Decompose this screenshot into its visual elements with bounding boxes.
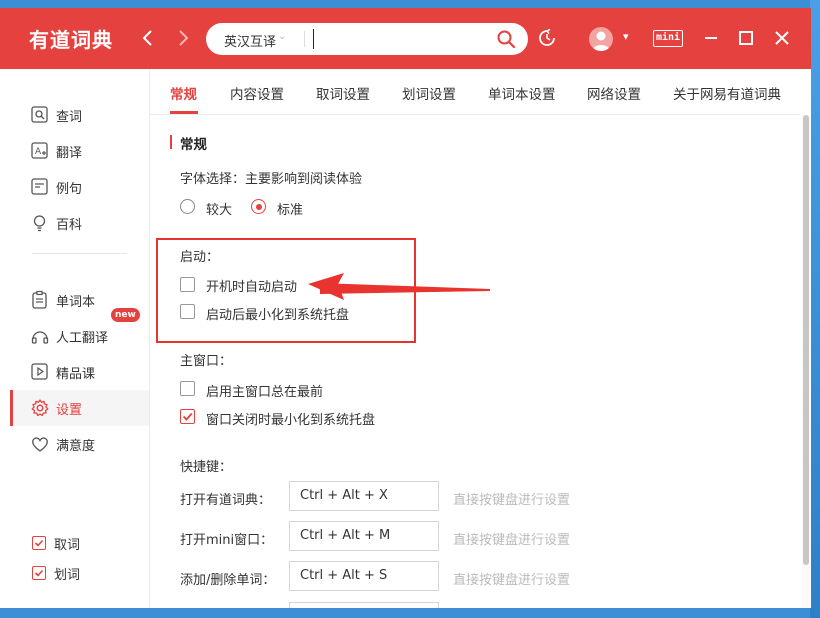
always-on-top-checkbox[interactable] bbox=[180, 381, 195, 396]
sidebar-item-label: 人工翻译 bbox=[56, 330, 109, 346]
search-icon[interactable] bbox=[496, 29, 516, 49]
hotkey-input-next[interactable] bbox=[289, 602, 439, 608]
hotkey-hint: 直接按键盘进行设置 bbox=[453, 533, 571, 548]
sidebar-item-courses[interactable]: 精品课 bbox=[10, 354, 149, 390]
checkbox-label: 划词 bbox=[54, 567, 81, 583]
heart-icon bbox=[32, 437, 48, 452]
checkbox[interactable] bbox=[32, 566, 46, 580]
main-window-label: 主窗口： bbox=[180, 354, 233, 369]
hotkey-label: 添加/删除单词： bbox=[180, 573, 276, 588]
annotation-arrow-icon bbox=[308, 273, 490, 300]
back-button[interactable] bbox=[136, 26, 160, 50]
sidebar-item-translate[interactable]: A 翻译 bbox=[10, 133, 149, 169]
font-select-label: 字体选择：主要影响到阅读体验 bbox=[180, 172, 363, 187]
select-word-toggle[interactable]: 划词 bbox=[32, 563, 152, 583]
desktop-background bbox=[810, 0, 820, 618]
mini-mode-button[interactable]: mini bbox=[653, 30, 683, 47]
gear-icon bbox=[31, 399, 49, 417]
chevron-down-icon[interactable]: ⌄ bbox=[278, 31, 286, 42]
sidebar-item-label: 精品课 bbox=[56, 366, 96, 382]
app-logo: 有道词典 bbox=[29, 28, 113, 52]
settings-content: 常规 字体选择：主要影响到阅读体验 较大 标准 启动： 开机时自动启动 启动后最… bbox=[150, 115, 800, 608]
scrollbar-thumb[interactable] bbox=[803, 115, 809, 565]
hotkey-label: 打开mini窗口： bbox=[180, 533, 274, 548]
search-input[interactable] bbox=[313, 29, 493, 49]
capture-word-toggle[interactable]: 取词 bbox=[32, 533, 152, 553]
title-bar: 有道词典 英汉互译 ⌄ ▾ mini bbox=[0, 8, 811, 69]
sidebar-item-label: 查词 bbox=[56, 109, 83, 125]
sidebar-item-label: 翻译 bbox=[56, 145, 83, 161]
maximize-icon[interactable] bbox=[734, 26, 758, 50]
checkmark-icon bbox=[34, 569, 44, 577]
tab-about[interactable]: 关于网易有道词典 bbox=[673, 83, 781, 103]
settings-tabs: 常规 内容设置 取词设置 划词设置 单词本设置 网络设置 关于网易有道词典 bbox=[150, 69, 800, 115]
checkbox-label: 启用主窗口总在最前 bbox=[206, 385, 324, 400]
font-standard-radio[interactable] bbox=[251, 199, 266, 214]
forward-button[interactable] bbox=[171, 26, 195, 50]
history-icon[interactable] bbox=[537, 28, 557, 48]
sidebar-item-encyclopedia[interactable]: 百科 bbox=[10, 205, 149, 241]
radio-label: 标准 bbox=[277, 203, 304, 218]
sidebar-item-lookup[interactable]: 查词 bbox=[10, 97, 149, 133]
headset-icon bbox=[31, 331, 49, 344]
search-doc-icon bbox=[31, 106, 48, 123]
hotkey-hint: 直接按键盘进行设置 bbox=[453, 493, 571, 508]
chevron-right-icon bbox=[179, 30, 189, 46]
hotkey-input-mini[interactable]: Ctrl + Alt + M bbox=[289, 521, 439, 551]
sidebar-item-label: 单词本 bbox=[56, 294, 96, 310]
checkbox-label: 取词 bbox=[54, 537, 81, 553]
checkbox-label: 窗口关闭时最小化到系统托盘 bbox=[206, 413, 376, 428]
sidebar-divider bbox=[32, 253, 127, 254]
hotkeys-label: 快捷键： bbox=[180, 460, 233, 475]
language-select[interactable]: 英汉互译 bbox=[224, 31, 276, 50]
tab-network[interactable]: 网络设置 bbox=[587, 83, 641, 103]
tab-content[interactable]: 内容设置 bbox=[230, 83, 284, 103]
checkbox[interactable] bbox=[32, 536, 46, 550]
svg-text:A: A bbox=[35, 147, 42, 157]
sidebar-item-satisfaction[interactable]: 满意度 bbox=[10, 426, 149, 462]
sidebar: 查词 A 翻译 例句 百科 单词本 人工翻译 new 精品课 设置 满意度 取词… bbox=[0, 69, 150, 608]
search-box: 英汉互译 ⌄ bbox=[206, 23, 528, 55]
tab-capture[interactable]: 取词设置 bbox=[316, 83, 370, 103]
checkmark-icon bbox=[182, 412, 193, 421]
active-tab-indicator bbox=[170, 111, 198, 114]
hotkey-label: 打开有道词典： bbox=[180, 493, 272, 508]
checkmark-icon bbox=[34, 539, 44, 547]
course-icon bbox=[31, 363, 48, 380]
hotkey-hint: 直接按键盘进行设置 bbox=[453, 573, 571, 588]
avatar[interactable] bbox=[589, 27, 613, 51]
tab-general[interactable]: 常规 bbox=[170, 83, 197, 103]
sidebar-item-label: 百科 bbox=[56, 217, 83, 233]
sidebar-item-examples[interactable]: 例句 bbox=[10, 169, 149, 205]
sidebar-item-label: 例句 bbox=[56, 181, 83, 197]
scrollbar[interactable] bbox=[802, 115, 810, 608]
search-divider bbox=[304, 31, 305, 47]
close-icon[interactable] bbox=[770, 26, 794, 50]
hotkey-input-add-word[interactable]: Ctrl + Alt + S bbox=[289, 561, 439, 591]
sidebar-item-human-translate[interactable]: 人工翻译 new bbox=[10, 308, 149, 354]
example-icon bbox=[31, 178, 48, 195]
sidebar-item-label: 设置 bbox=[56, 402, 83, 418]
sidebar-item-settings[interactable]: 设置 bbox=[10, 390, 149, 426]
chevron-down-icon[interactable]: ▾ bbox=[623, 30, 629, 43]
section-title: 常规 bbox=[170, 133, 207, 153]
sidebar-item-label: 满意度 bbox=[56, 438, 96, 454]
minimize-icon[interactable] bbox=[699, 26, 723, 50]
translate-icon: A bbox=[31, 142, 48, 159]
hotkey-input-open[interactable]: Ctrl + Alt + X bbox=[289, 481, 439, 511]
chevron-left-icon bbox=[142, 30, 152, 46]
bulb-icon bbox=[33, 215, 46, 232]
minimize-on-close-checkbox[interactable] bbox=[180, 409, 195, 424]
font-large-radio[interactable] bbox=[180, 199, 195, 214]
radio-label: 较大 bbox=[206, 203, 233, 218]
tab-selection[interactable]: 划词设置 bbox=[402, 83, 456, 103]
notebook-icon bbox=[32, 290, 47, 309]
tab-wordbook[interactable]: 单词本设置 bbox=[488, 83, 556, 103]
new-badge: new bbox=[111, 308, 140, 322]
user-icon bbox=[592, 31, 610, 51]
